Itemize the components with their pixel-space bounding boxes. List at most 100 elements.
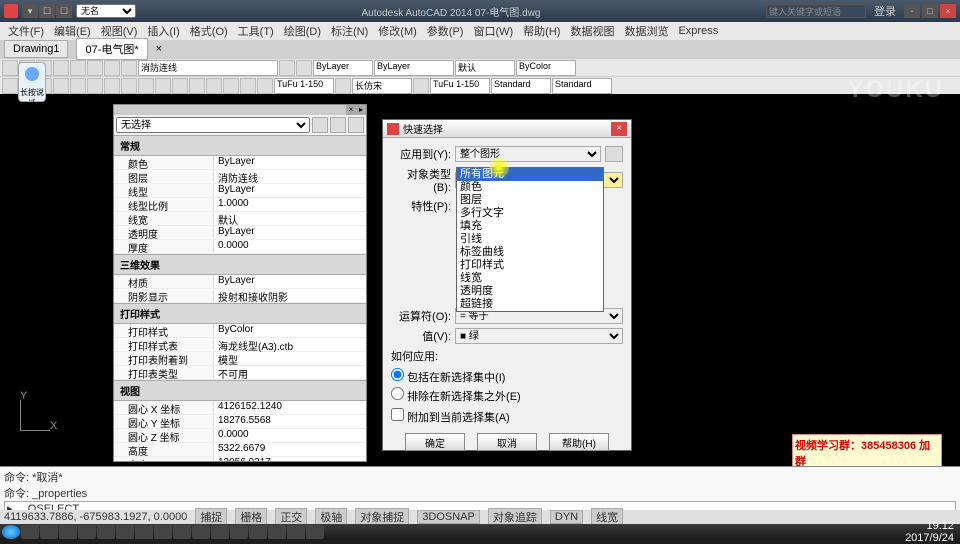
menu-edit[interactable]: 编辑(E) xyxy=(50,23,95,39)
menu-draw[interactable]: 绘图(D) xyxy=(280,23,325,39)
toolbar-button[interactable] xyxy=(155,78,171,94)
toolbar-button[interactable] xyxy=(189,78,205,94)
dropdown-item[interactable]: 颜色 xyxy=(457,181,603,194)
prop-row[interactable]: 高度5322.6679 xyxy=(114,443,366,457)
append-checkbox[interactable] xyxy=(391,408,404,421)
objtype-dropdown-list[interactable]: 所有图元 颜色 图层 多行文字 填充 引线 标签曲线 打印样式 线宽 透明度 超… xyxy=(456,167,604,312)
cancel-button[interactable]: 取消 xyxy=(477,433,537,451)
toolbar-button[interactable] xyxy=(70,78,86,94)
standard-combo[interactable]: Standard xyxy=(552,78,612,94)
taskbar-icon[interactable] xyxy=(135,525,153,539)
prop-row[interactable]: 透明度ByLayer xyxy=(114,226,366,240)
close-button[interactable]: × xyxy=(940,4,956,18)
prop-row[interactable]: 打印样式表海龙线型(A3).ctb xyxy=(114,338,366,352)
prop-section-header[interactable]: 常规 xyxy=(114,135,366,156)
toolbar-button[interactable] xyxy=(121,60,137,76)
pickset-button[interactable] xyxy=(330,117,346,133)
help-search[interactable]: 键入关键字或短语 xyxy=(766,4,866,18)
prop-row[interactable]: 材质ByLayer xyxy=(114,275,366,289)
prop-row[interactable]: 图层消防连线 xyxy=(114,170,366,184)
prop-row[interactable]: 打印样式ByColor xyxy=(114,324,366,338)
menu-param[interactable]: 参数(P) xyxy=(423,23,468,39)
toolbar-button[interactable] xyxy=(240,78,256,94)
toolbar-button[interactable] xyxy=(70,60,86,76)
dialog-close-icon[interactable]: × xyxy=(611,122,627,136)
prop-row[interactable]: 圆心 X 坐标4126152.1240 xyxy=(114,401,366,415)
taskbar-icon[interactable] xyxy=(154,525,172,539)
menu-insert[interactable]: 插入(I) xyxy=(143,23,183,39)
include-radio[interactable] xyxy=(391,368,404,381)
standard-combo[interactable]: Standard xyxy=(491,78,551,94)
toolbar-button[interactable] xyxy=(279,60,295,76)
prop-row[interactable]: 线型比例1.0000 xyxy=(114,198,366,212)
font-combo[interactable]: TuFu 1-150 xyxy=(430,78,490,94)
system-clock[interactable]: 19:12 2017/9/24 xyxy=(905,520,958,544)
prop-value[interactable]: 0.0000 xyxy=(214,240,366,253)
toolbar-button[interactable] xyxy=(104,60,120,76)
menu-express[interactable]: Express xyxy=(674,25,722,37)
status-toggle[interactable]: 3DOSNAP xyxy=(417,510,480,524)
taskbar-icon[interactable] xyxy=(173,525,191,539)
qat-button[interactable]: ☐ xyxy=(39,4,55,18)
doc-tab[interactable]: 07-电气图* xyxy=(76,38,147,60)
dropdown-item[interactable]: 图层 xyxy=(457,194,603,207)
toolbar-button[interactable] xyxy=(2,60,18,76)
palette-pin-icon[interactable]: ▸ xyxy=(356,105,366,115)
prop-section-header[interactable]: 打印样式 xyxy=(114,303,366,324)
dropdown-item[interactable]: 超链接 xyxy=(457,298,603,311)
quickselect-button[interactable] xyxy=(312,117,328,133)
prop-value[interactable]: ByLayer xyxy=(214,184,366,197)
taskbar-icon[interactable] xyxy=(59,525,77,539)
tab-close-icon[interactable]: × xyxy=(156,43,162,55)
menu-window[interactable]: 窗口(W) xyxy=(469,23,517,39)
prop-row[interactable]: 线型ByLayer xyxy=(114,184,366,198)
prop-value[interactable]: 不可用 xyxy=(214,366,366,379)
menu-databrowse[interactable]: 数据浏览 xyxy=(620,23,672,39)
toolbar-button[interactable] xyxy=(206,78,222,94)
prop-row[interactable]: 圆心 Z 坐标0.0000 xyxy=(114,429,366,443)
prop-value[interactable]: 0.0000 xyxy=(214,429,366,442)
prop-row[interactable]: 宽度12056.9217 xyxy=(114,457,366,461)
taskbar-icon[interactable] xyxy=(78,525,96,539)
toolbar-button[interactable] xyxy=(104,78,120,94)
help-button[interactable]: 帮助(H) xyxy=(549,433,609,451)
toolbar-button[interactable] xyxy=(296,60,312,76)
apply-combo[interactable]: 整个图形 xyxy=(455,146,601,162)
prop-value[interactable]: ByLayer xyxy=(214,226,366,239)
dropdown-item[interactable]: 标签曲线 xyxy=(457,246,603,259)
lineweight-combo[interactable]: 默认 xyxy=(455,60,515,76)
dropdown-item[interactable]: 多行文字 xyxy=(457,207,603,220)
ok-button[interactable]: 确定 xyxy=(405,433,465,451)
minimize-button[interactable]: - xyxy=(904,4,920,18)
exclude-radio[interactable] xyxy=(391,387,404,400)
dropdown-item[interactable]: 线宽 xyxy=(457,272,603,285)
toolbar-button[interactable] xyxy=(53,60,69,76)
taskbar-icon[interactable] xyxy=(97,525,115,539)
plotstyle-combo[interactable]: ByColor xyxy=(516,60,576,76)
dropdown-item[interactable]: 所有图元 xyxy=(457,168,603,181)
dropdown-item[interactable]: 透明度 xyxy=(457,285,603,298)
prop-value[interactable]: 4126152.1240 xyxy=(214,401,366,414)
prop-value[interactable]: 投射和接收阴影 xyxy=(214,289,366,302)
prop-value[interactable]: ByColor xyxy=(214,324,366,337)
menu-modify[interactable]: 修改(M) xyxy=(374,23,421,39)
linetype-combo[interactable]: ByLayer xyxy=(374,60,454,76)
taskbar-icon[interactable] xyxy=(192,525,210,539)
prop-row[interactable]: 厚度0.0000 xyxy=(114,240,366,254)
menu-view[interactable]: 视图(V) xyxy=(97,23,142,39)
prop-value[interactable]: 消防连线 xyxy=(214,170,366,183)
layer-combo[interactable]: 消防连线 xyxy=(138,60,278,76)
taskbar-icon[interactable] xyxy=(21,525,39,539)
dropdown-item[interactable]: 填充 xyxy=(457,220,603,233)
workspace-combo[interactable]: 无名 xyxy=(76,4,136,18)
taskbar-icon[interactable] xyxy=(306,525,324,539)
prop-value[interactable]: 18276.5568 xyxy=(214,415,366,428)
taskbar-icon[interactable] xyxy=(230,525,248,539)
prop-row[interactable]: 打印表附着到模型 xyxy=(114,352,366,366)
toolbar-button[interactable] xyxy=(335,78,351,94)
menu-file[interactable]: 文件(F) xyxy=(4,23,48,39)
toolbar-button[interactable] xyxy=(2,78,18,94)
dropdown-item[interactable]: 引线 xyxy=(457,233,603,246)
qat-button[interactable]: ☐ xyxy=(56,4,72,18)
prop-value[interactable]: ByLayer xyxy=(214,275,366,288)
